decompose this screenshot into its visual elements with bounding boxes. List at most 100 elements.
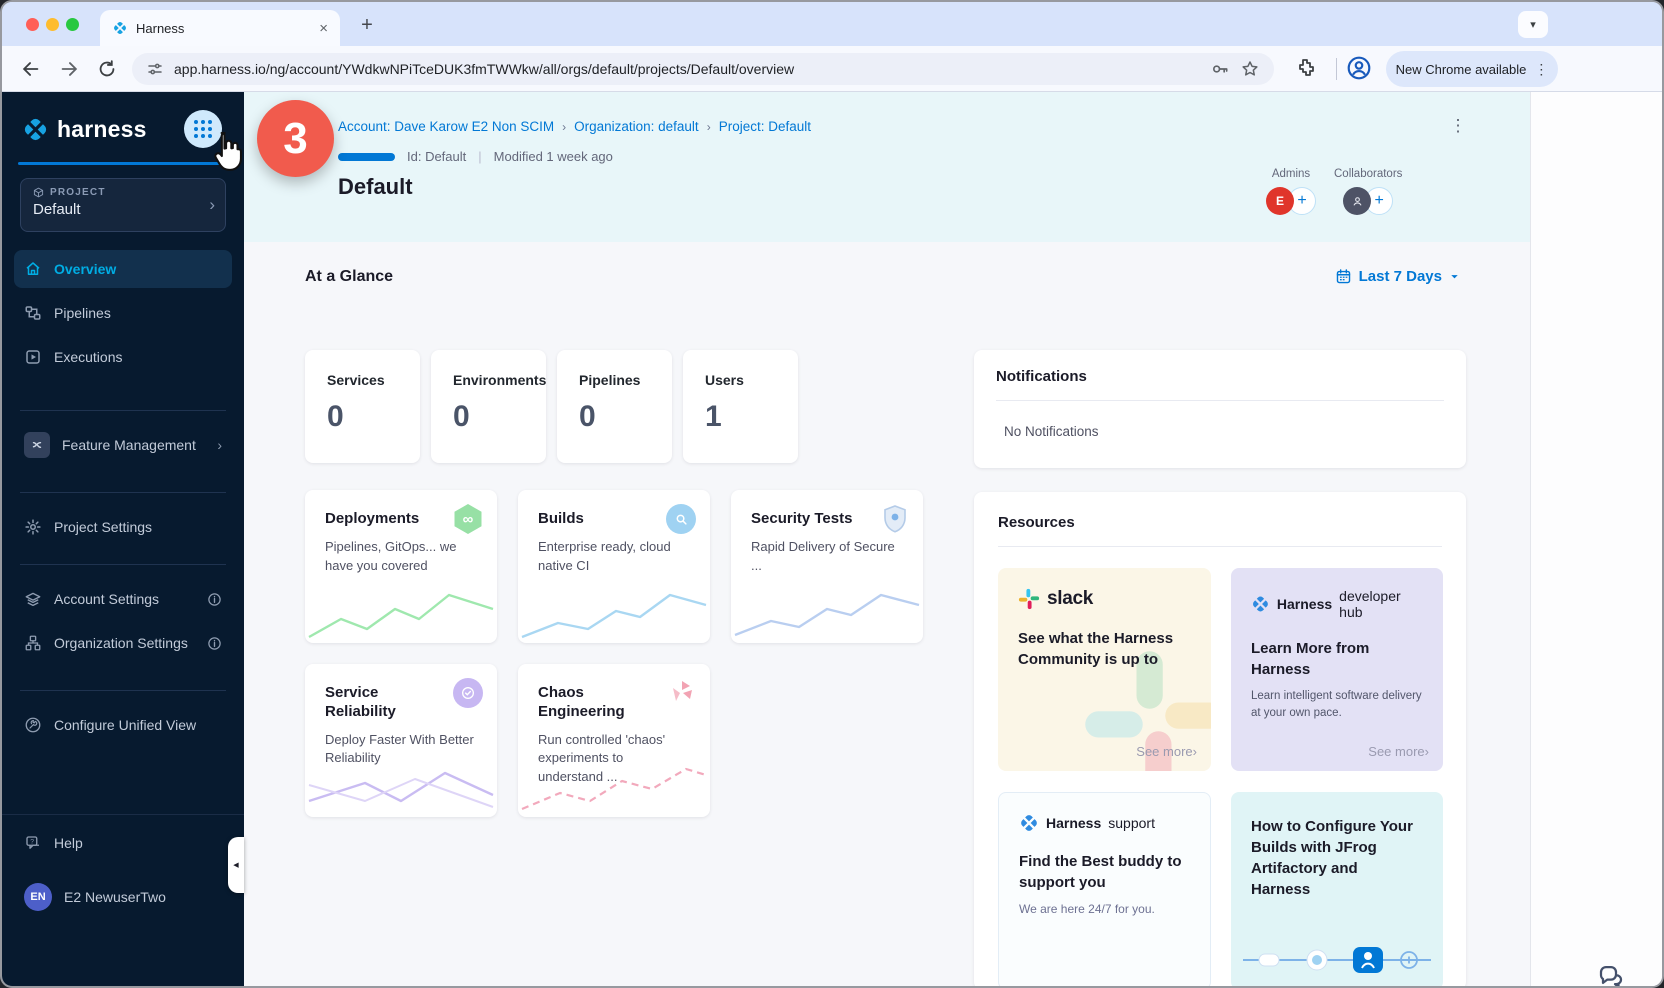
cube-icon xyxy=(33,187,44,198)
sidebar-item-help[interactable]: ? Help xyxy=(14,824,232,862)
chaos-engineering-icon xyxy=(668,678,696,711)
resource-title: See what the Harness Community is up to xyxy=(1018,628,1191,670)
sidebar-collapse-handle[interactable]: ◀ xyxy=(228,837,244,893)
modified-label: Modified 1 week ago xyxy=(494,149,613,164)
minimize-window-button[interactable] xyxy=(46,18,59,31)
new-tab-button[interactable]: + xyxy=(354,14,380,37)
module-card-builds[interactable]: Builds Enterprise ready, cloud native CI xyxy=(518,490,710,643)
gear-icon xyxy=(24,518,42,536)
see-more-link[interactable]: See more› xyxy=(1136,744,1197,759)
sidebar-item-overview[interactable]: Overview xyxy=(14,250,232,288)
time-range-picker[interactable]: Last 7 Days xyxy=(1335,268,1460,285)
sidebar-item-account-settings[interactable]: Account Settings xyxy=(14,580,232,618)
project-kicker-label: PROJECT xyxy=(50,187,106,198)
module-card-chaos-engineering[interactable]: Chaos Engineering Run controlled 'chaos'… xyxy=(518,664,710,817)
url-text[interactable]: app.harness.io/ng/account/YWdkwNPiTceDUK… xyxy=(174,61,1200,77)
person-icon xyxy=(1351,195,1364,208)
collaborator-avatar[interactable] xyxy=(1343,187,1371,215)
browser-tab[interactable]: Harness × xyxy=(100,10,340,46)
module-desc: Pipelines, GitOps... we have you covered xyxy=(325,538,477,576)
breadcrumb-account-link[interactable]: Account: Dave Karow E2 Non SCIM xyxy=(338,119,554,134)
sidebar-item-label: Executions xyxy=(54,349,122,365)
breadcrumb-separator: › xyxy=(707,120,711,134)
tab-search-chevron-icon[interactable]: ▾ xyxy=(1518,11,1548,38)
sidebar-item-pipelines[interactable]: Pipelines xyxy=(14,294,232,332)
svg-text:?: ? xyxy=(30,838,34,845)
collapse-icon: ◀ xyxy=(233,861,238,869)
harness-logo-icon xyxy=(1019,813,1039,833)
user-avatar: EN xyxy=(24,883,52,911)
chrome-update-button[interactable]: New Chrome available ⋮ xyxy=(1386,51,1558,87)
breadcrumb-project-link[interactable]: Project: Default xyxy=(719,119,811,134)
stat-card-pipelines[interactable]: Pipelines 0 xyxy=(557,350,672,463)
info-icon[interactable] xyxy=(207,636,222,651)
chrome-menu-icon[interactable]: ⋮ xyxy=(1534,61,1548,78)
support-chat-icon[interactable] xyxy=(1596,964,1626,988)
module-desc: Rapid Delivery of Secure ... xyxy=(751,538,903,576)
profile-icon[interactable] xyxy=(1346,55,1372,81)
panel-divider xyxy=(996,400,1444,401)
sidebar-item-project-settings[interactable]: Project Settings xyxy=(14,508,232,546)
annotation-step-badge: 3 xyxy=(257,100,334,177)
project-selector-value: Default xyxy=(33,201,213,218)
module-card-security-tests[interactable]: Security Tests Rapid Delivery of Secure … xyxy=(731,490,923,643)
sidebar-item-organization-settings[interactable]: Organization Settings xyxy=(14,624,232,662)
reload-icon[interactable] xyxy=(96,58,118,80)
forward-icon[interactable] xyxy=(58,58,80,80)
bookmark-star-icon[interactable] xyxy=(1240,59,1260,79)
module-desc: Run controlled 'chaos' experiments to un… xyxy=(538,731,690,788)
sidebar-item-label: Overview xyxy=(54,261,116,277)
stat-label: Users xyxy=(705,372,798,388)
main-area: Account: Dave Karow E2 Non SCIM › Organi… xyxy=(244,92,1530,986)
chrome-update-label: New Chrome available xyxy=(1396,62,1527,77)
close-window-button[interactable] xyxy=(26,18,39,31)
sidebar-item-label: Account Settings xyxy=(54,591,159,607)
site-info-icon[interactable] xyxy=(146,60,164,78)
url-bar[interactable]: app.harness.io/ng/account/YWdkwNPiTceDUK… xyxy=(132,53,1274,85)
info-icon[interactable] xyxy=(207,592,222,607)
extensions-icon[interactable] xyxy=(1294,56,1318,80)
resource-card-jfrog[interactable]: How to Configure Your Builds with JFrog … xyxy=(1231,792,1443,988)
sidebar-item-label: Project Settings xyxy=(54,519,152,535)
sidebar-divider xyxy=(20,492,226,493)
collaborators-group: Collaborators + xyxy=(1334,168,1402,215)
resource-card-developer-hub[interactable]: Harness developer hub Learn More from Ha… xyxy=(1231,568,1443,771)
user-menu[interactable]: EN E2 NewuserTwo xyxy=(14,878,232,916)
project-selector[interactable]: PROJECT Default › xyxy=(20,178,226,232)
sidebar-item-executions[interactable]: Executions xyxy=(14,338,232,376)
sidebar-item-configure-unified-view[interactable]: Configure Unified View xyxy=(14,706,232,744)
resource-title: Learn More from Harness xyxy=(1251,638,1401,680)
sidebar-footer-divider xyxy=(2,814,244,815)
stat-card-services[interactable]: Services 0 xyxy=(305,350,420,463)
trend-sparkline xyxy=(305,581,497,643)
builds-icon xyxy=(666,504,696,534)
tab-close-icon[interactable]: × xyxy=(319,20,328,37)
stat-label: Services xyxy=(327,372,420,388)
project-options-kebab-icon[interactable]: ⋮ xyxy=(1449,116,1467,136)
harness-logo[interactable]: harness xyxy=(22,116,147,143)
resource-card-slack[interactable]: slack See what the Harness Community is … xyxy=(998,568,1211,771)
resource-card-support[interactable]: Harness support Find the Best buddy to s… xyxy=(998,792,1211,988)
module-card-service-reliability[interactable]: Service Reliability Deploy Faster With B… xyxy=(305,664,497,817)
resources-title: Resources xyxy=(998,514,1075,531)
password-key-icon[interactable] xyxy=(1210,59,1230,79)
slack-brand-label: slack xyxy=(1047,588,1093,610)
resource-desc: Learn intelligent software delivery at y… xyxy=(1251,688,1423,721)
stat-card-users[interactable]: Users 1 xyxy=(683,350,798,463)
back-icon[interactable] xyxy=(20,58,42,80)
see-more-link[interactable]: See more› xyxy=(1368,744,1429,759)
breadcrumb-organization-link[interactable]: Organization: default xyxy=(574,119,699,134)
home-icon xyxy=(24,260,42,278)
module-desc: Deploy Faster With Better Reliability xyxy=(325,731,477,769)
stat-card-environments[interactable]: Environments 0 xyxy=(431,350,546,463)
maximize-window-button[interactable] xyxy=(66,18,79,31)
sidebar-item-feature-management[interactable]: Feature Management › xyxy=(14,426,232,464)
resource-title: Find the Best buddy to support you xyxy=(1019,851,1190,893)
module-desc: Enterprise ready, cloud native CI xyxy=(538,538,690,576)
breadcrumb-separator: › xyxy=(562,120,566,134)
admin-avatar[interactable]: E xyxy=(1266,187,1294,215)
module-title: Chaos Engineering xyxy=(538,684,643,722)
layers-gear-icon xyxy=(24,590,42,608)
module-card-deployments[interactable]: ∞ Deployments Pipelines, GitOps... we ha… xyxy=(305,490,497,643)
project-color-bar xyxy=(338,153,395,161)
